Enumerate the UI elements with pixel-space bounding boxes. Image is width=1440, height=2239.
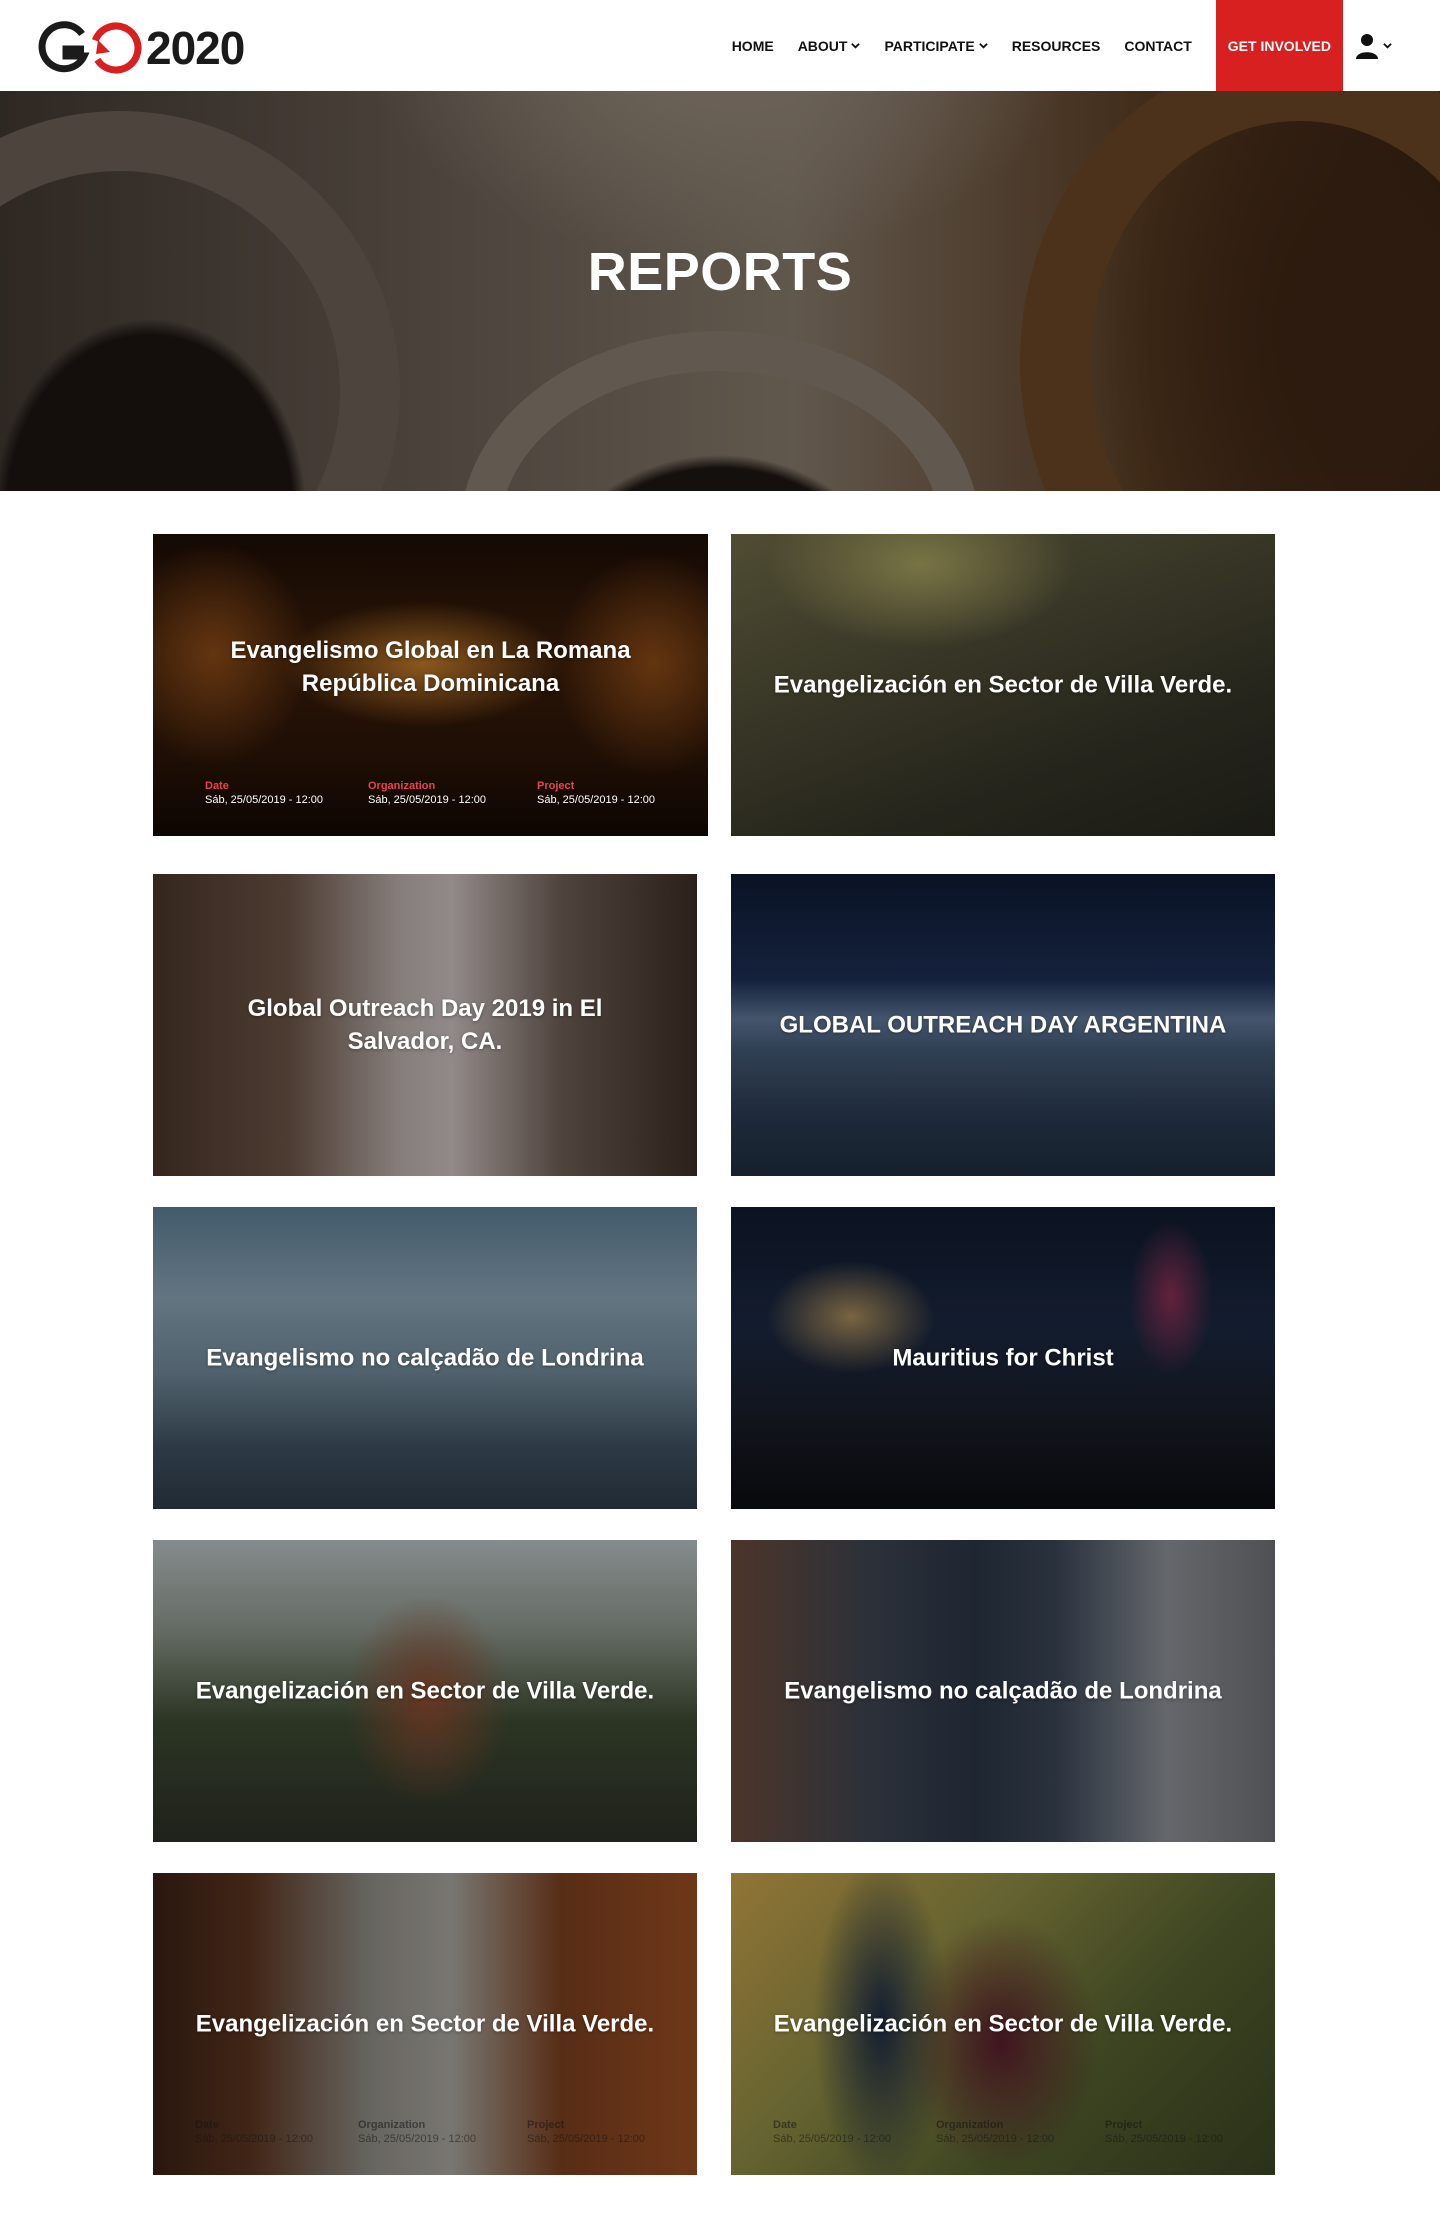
meta-organization-value: Sáb, 25/05/2019 - 12:00 — [936, 2133, 1055, 2145]
report-card[interactable]: Evangelización en Sector de Villa Verde. — [153, 1540, 697, 1842]
main-nav: HOME ABOUT PARTICIPATE RESOURCES CONTACT… — [732, 0, 1440, 91]
meta-organization-value: Sáb, 25/05/2019 - 12:00 — [368, 794, 487, 806]
meta-organization-label: Organization — [936, 2119, 1004, 2131]
meta-date-label: Date — [773, 2119, 797, 2131]
report-card[interactable]: Evangelización en Sector de Villa Verde.… — [153, 1873, 697, 2175]
meta-date-value: Sáb, 25/05/2019 - 12:00 — [205, 794, 324, 806]
report-card-title: Evangelismo no calçadão de Londrina — [206, 1344, 644, 1372]
logo-text: 2020 — [146, 22, 245, 74]
meta-project: Project Sáb, 25/05/2019 - 12:00 — [1105, 2119, 1223, 2145]
get-involved-button[interactable]: GET INVOLVED — [1215, 0, 1343, 91]
report-card[interactable]: Evangelismo no calçadão de Londrina — [153, 1207, 697, 1509]
meta-organization: Organization Sáb, 25/05/2019 - 12:00 — [936, 2119, 1105, 2145]
report-card-title: Evangelización en Sector de Villa Verde. — [773, 671, 1233, 699]
nav-resources-label: RESOURCES — [1011, 37, 1101, 54]
nav-contact[interactable]: CONTACT — [1124, 38, 1191, 54]
nav-resources[interactable]: RESOURCES — [1012, 38, 1101, 54]
meta-date-label: Date — [195, 2119, 219, 2131]
nav-participate[interactable]: PARTICIPATE — [884, 37, 988, 54]
nav-contact-label: CONTACT — [1124, 37, 1192, 54]
meta-project-value: Sáb, 25/05/2019 - 12:00 — [537, 794, 656, 806]
meta-organization-value: Sáb, 25/05/2019 - 12:00 — [358, 2133, 477, 2145]
user-menu-button[interactable] — [1355, 33, 1392, 59]
report-card[interactable]: GLOBAL OUTREACH DAY ARGENTINA — [731, 874, 1275, 1176]
nav-about-label: ABOUT — [797, 37, 848, 54]
meta-organization-label: Organization — [368, 780, 436, 792]
report-card-meta: Date Sáb, 25/05/2019 - 12:00 Organizatio… — [195, 2119, 667, 2145]
meta-project: Project Sáb, 25/05/2019 - 12:00 — [527, 2119, 645, 2145]
meta-date-label: Date — [205, 780, 229, 792]
meta-date: Date Sáb, 25/05/2019 - 12:00 — [195, 2119, 358, 2145]
report-card[interactable]: Evangelización en Sector de Villa Verde. — [731, 534, 1275, 836]
report-card-title: Evangelización en Sector de Villa Verde. — [773, 2010, 1233, 2038]
report-card-meta: Date Sáb, 25/05/2019 - 12:00 Organizatio… — [773, 2119, 1245, 2145]
nav-home-label: HOME — [731, 37, 774, 54]
meta-date: Date Sáb, 25/05/2019 - 12:00 — [205, 780, 368, 806]
report-card-title: Evangelización en Sector de Villa Verde. — [195, 2010, 655, 2038]
report-card[interactable]: Evangelismo no calçadão de Londrina — [731, 1540, 1275, 1842]
site-header: 2020 HOME ABOUT PARTICIPATE RESOURCES CO… — [0, 0, 1440, 91]
report-card[interactable]: Mauritius for Christ — [731, 1207, 1275, 1509]
meta-date: Date Sáb, 25/05/2019 - 12:00 — [773, 2119, 936, 2145]
meta-project: Project Sáb, 25/05/2019 - 12:00 — [537, 780, 655, 806]
go-logo-mark-icon — [38, 21, 142, 74]
meta-date-value: Sáb, 25/05/2019 - 12:00 — [773, 2133, 892, 2145]
hero-banner: REPORTS — [0, 91, 1440, 491]
meta-project-value: Sáb, 25/05/2019 - 12:00 — [1105, 2133, 1224, 2145]
chevron-down-icon — [978, 43, 988, 49]
report-card[interactable]: Evangelismo Global en La Romana Repúblic… — [153, 534, 708, 836]
nav-about[interactable]: ABOUT — [798, 38, 861, 54]
meta-date-value: Sáb, 25/05/2019 - 12:00 — [195, 2133, 314, 2145]
report-card[interactable]: Evangelización en Sector de Villa Verde.… — [731, 1873, 1275, 2175]
meta-project-label: Project — [527, 2119, 565, 2131]
meta-project-value: Sáb, 25/05/2019 - 12:00 — [527, 2133, 646, 2145]
nav-participate-label: PARTICIPATE — [884, 37, 975, 54]
meta-project-label: Project — [1105, 2119, 1143, 2131]
chevron-down-icon — [851, 43, 861, 49]
report-card-meta: Date Sáb, 25/05/2019 - 12:00 Organizatio… — [205, 780, 678, 806]
nav-home[interactable]: HOME — [732, 38, 774, 54]
report-card-title: Mauritius for Christ — [892, 1344, 1114, 1372]
page-title: REPORTS — [587, 242, 853, 302]
meta-organization-label: Organization — [358, 2119, 426, 2131]
report-card-title: Evangelismo Global en La Romana Repúblic… — [230, 636, 631, 697]
report-card-title: GLOBAL OUTREACH DAY ARGENTINA — [779, 1011, 1227, 1039]
meta-organization: Organization Sáb, 25/05/2019 - 12:00 — [358, 2119, 527, 2145]
meta-organization: Organization Sáb, 25/05/2019 - 12:00 — [368, 780, 537, 806]
report-card-title: Evangelización en Sector de Villa Verde. — [195, 1677, 655, 1705]
site-logo[interactable]: 2020 — [36, 18, 245, 78]
chevron-down-icon — [1383, 43, 1392, 49]
user-icon — [1356, 33, 1378, 59]
report-card-title: Evangelismo no calçadão de Londrina — [784, 1677, 1222, 1705]
meta-project-label: Project — [537, 780, 575, 792]
report-card[interactable]: Global Outreach Day 2019 in El Salvador,… — [153, 874, 697, 1176]
report-card-title: Global Outreach Day 2019 in El Salvador,… — [247, 995, 603, 1055]
